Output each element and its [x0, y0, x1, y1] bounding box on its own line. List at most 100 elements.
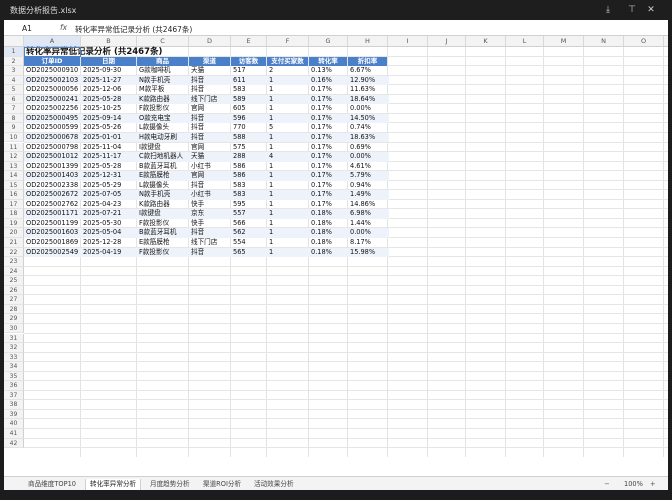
- table-cell[interactable]: OD2025002762: [24, 200, 81, 210]
- table-cell[interactable]: 2025-05-29: [81, 181, 137, 191]
- table-cell[interactable]: 2: [267, 66, 309, 76]
- table-cell[interactable]: 抖音: [189, 85, 231, 95]
- table-cell[interactable]: 2025-12-28: [81, 238, 137, 248]
- tab-product-top10[interactable]: 商品维度TOP10: [24, 479, 80, 490]
- row-header[interactable]: 24: [4, 266, 24, 277]
- table-cell[interactable]: 565: [231, 248, 267, 258]
- table-header-cell[interactable]: 商品: [137, 56, 188, 67]
- table-cell[interactable]: 2025-05-04: [81, 228, 137, 238]
- table-header-cell[interactable]: 日期: [81, 56, 136, 67]
- table-cell[interactable]: 8.17%: [348, 238, 388, 248]
- table-cell[interactable]: 2025-05-28: [81, 95, 137, 105]
- zoom-in-button[interactable]: +: [650, 479, 656, 490]
- table-cell[interactable]: 2025-05-30: [81, 219, 137, 229]
- table-cell[interactable]: L款摄像头: [137, 181, 189, 191]
- row-header[interactable]: 34: [4, 362, 24, 372]
- table-cell[interactable]: N款手机壳: [137, 190, 189, 200]
- table-cell[interactable]: OD2025002549: [24, 248, 81, 258]
- table-cell[interactable]: 0.00%: [348, 152, 388, 162]
- table-cell[interactable]: 0.94%: [348, 181, 388, 191]
- table-cell[interactable]: 2025-09-30: [81, 66, 137, 76]
- table-cell[interactable]: 2025-12-06: [81, 85, 137, 95]
- table-cell[interactable]: 1: [267, 133, 309, 143]
- table-cell[interactable]: 18.63%: [348, 133, 388, 143]
- row-header[interactable]: 18: [4, 209, 24, 219]
- table-cell[interactable]: 14.86%: [348, 200, 388, 210]
- table-cell[interactable]: OD2025001403: [24, 171, 81, 181]
- table-cell[interactable]: 5.79%: [348, 171, 388, 181]
- table-cell[interactable]: K款路由器: [137, 200, 189, 210]
- table-header-cell[interactable]: 订单ID: [24, 56, 80, 67]
- table-cell[interactable]: 15.98%: [348, 248, 388, 258]
- table-cell[interactable]: 0.18%: [309, 248, 348, 258]
- table-cell[interactable]: 1: [267, 248, 309, 258]
- table-cell[interactable]: 0.17%: [309, 85, 348, 95]
- row-header[interactable]: 11: [4, 142, 24, 153]
- table-cell[interactable]: OD2025000678: [24, 133, 81, 143]
- table-cell[interactable]: 快手: [189, 200, 231, 210]
- table-cell[interactable]: 1: [267, 85, 309, 95]
- row-header[interactable]: 38: [4, 400, 24, 410]
- table-cell[interactable]: G款咖啡机: [137, 66, 189, 76]
- table-cell[interactable]: 4: [267, 152, 309, 162]
- table-cell[interactable]: 0.18%: [309, 209, 348, 219]
- table-cell[interactable]: 1: [267, 162, 309, 172]
- table-cell[interactable]: 抖音: [189, 181, 231, 191]
- table-cell[interactable]: 588: [231, 133, 267, 143]
- table-cell[interactable]: 589: [231, 95, 267, 105]
- table-cell[interactable]: 抖音: [189, 114, 231, 124]
- column-header[interactable]: M: [544, 36, 584, 47]
- table-cell[interactable]: F款投影仪: [137, 104, 189, 114]
- row-header[interactable]: 39: [4, 409, 24, 420]
- row-header[interactable]: 27: [4, 295, 24, 305]
- row-header[interactable]: 31: [4, 333, 24, 344]
- table-cell[interactable]: 0.74%: [348, 123, 388, 133]
- row-header[interactable]: 17: [4, 199, 24, 210]
- table-cell[interactable]: OD2025001399: [24, 162, 81, 172]
- table-cell[interactable]: OD2025001199: [24, 219, 81, 229]
- column-header[interactable]: E: [231, 36, 267, 47]
- table-cell[interactable]: 0.17%: [309, 143, 348, 153]
- table-cell[interactable]: 0.17%: [309, 181, 348, 191]
- row-header[interactable]: 16: [4, 190, 24, 200]
- table-cell[interactable]: B款蓝牙耳机: [137, 162, 189, 172]
- table-cell[interactable]: I款键盘: [137, 209, 189, 219]
- table-cell[interactable]: 1: [267, 200, 309, 210]
- row-header[interactable]: 1: [4, 47, 24, 57]
- table-cell[interactable]: 1: [267, 104, 309, 114]
- table-cell[interactable]: 0.00%: [348, 104, 388, 114]
- table-header-cell[interactable]: 支付买家数: [267, 56, 308, 67]
- row-header[interactable]: 35: [4, 371, 24, 382]
- row-header[interactable]: 30: [4, 323, 24, 334]
- column-header[interactable]: I: [388, 36, 428, 47]
- table-cell[interactable]: 18.64%: [348, 95, 388, 105]
- download-icon[interactable]: ⤓: [602, 4, 614, 16]
- table-cell[interactable]: 0.17%: [309, 95, 348, 105]
- table-cell[interactable]: 517: [231, 66, 267, 76]
- table-cell[interactable]: 2025-05-26: [81, 123, 137, 133]
- column-header[interactable]: D: [189, 36, 231, 47]
- table-cell[interactable]: 2025-11-17: [81, 152, 137, 162]
- row-header[interactable]: 19: [4, 218, 24, 229]
- column-header[interactable]: H: [348, 36, 388, 47]
- table-cell[interactable]: 586: [231, 171, 267, 181]
- table-cell[interactable]: 1: [267, 228, 309, 238]
- table-cell[interactable]: M款平板: [137, 85, 189, 95]
- row-header[interactable]: 41: [4, 429, 24, 439]
- row-header[interactable]: 36: [4, 381, 24, 391]
- table-cell[interactable]: 2025-05-28: [81, 162, 137, 172]
- table-header-cell[interactable]: 渠道: [189, 56, 230, 67]
- column-header[interactable]: F: [267, 36, 309, 47]
- column-header[interactable]: B: [81, 36, 137, 47]
- table-cell[interactable]: 1: [267, 238, 309, 248]
- table-cell[interactable]: OD2025000056: [24, 85, 81, 95]
- row-header[interactable]: 33: [4, 352, 24, 363]
- column-header[interactable]: K: [466, 36, 506, 47]
- table-cell[interactable]: 2025-01-01: [81, 133, 137, 143]
- table-cell[interactable]: 0.17%: [309, 171, 348, 181]
- table-cell[interactable]: 575: [231, 143, 267, 153]
- column-header[interactable]: A: [24, 36, 81, 47]
- table-cell[interactable]: 1: [267, 95, 309, 105]
- table-cell[interactable]: I款键盘: [137, 143, 189, 153]
- column-header[interactable]: J: [428, 36, 466, 47]
